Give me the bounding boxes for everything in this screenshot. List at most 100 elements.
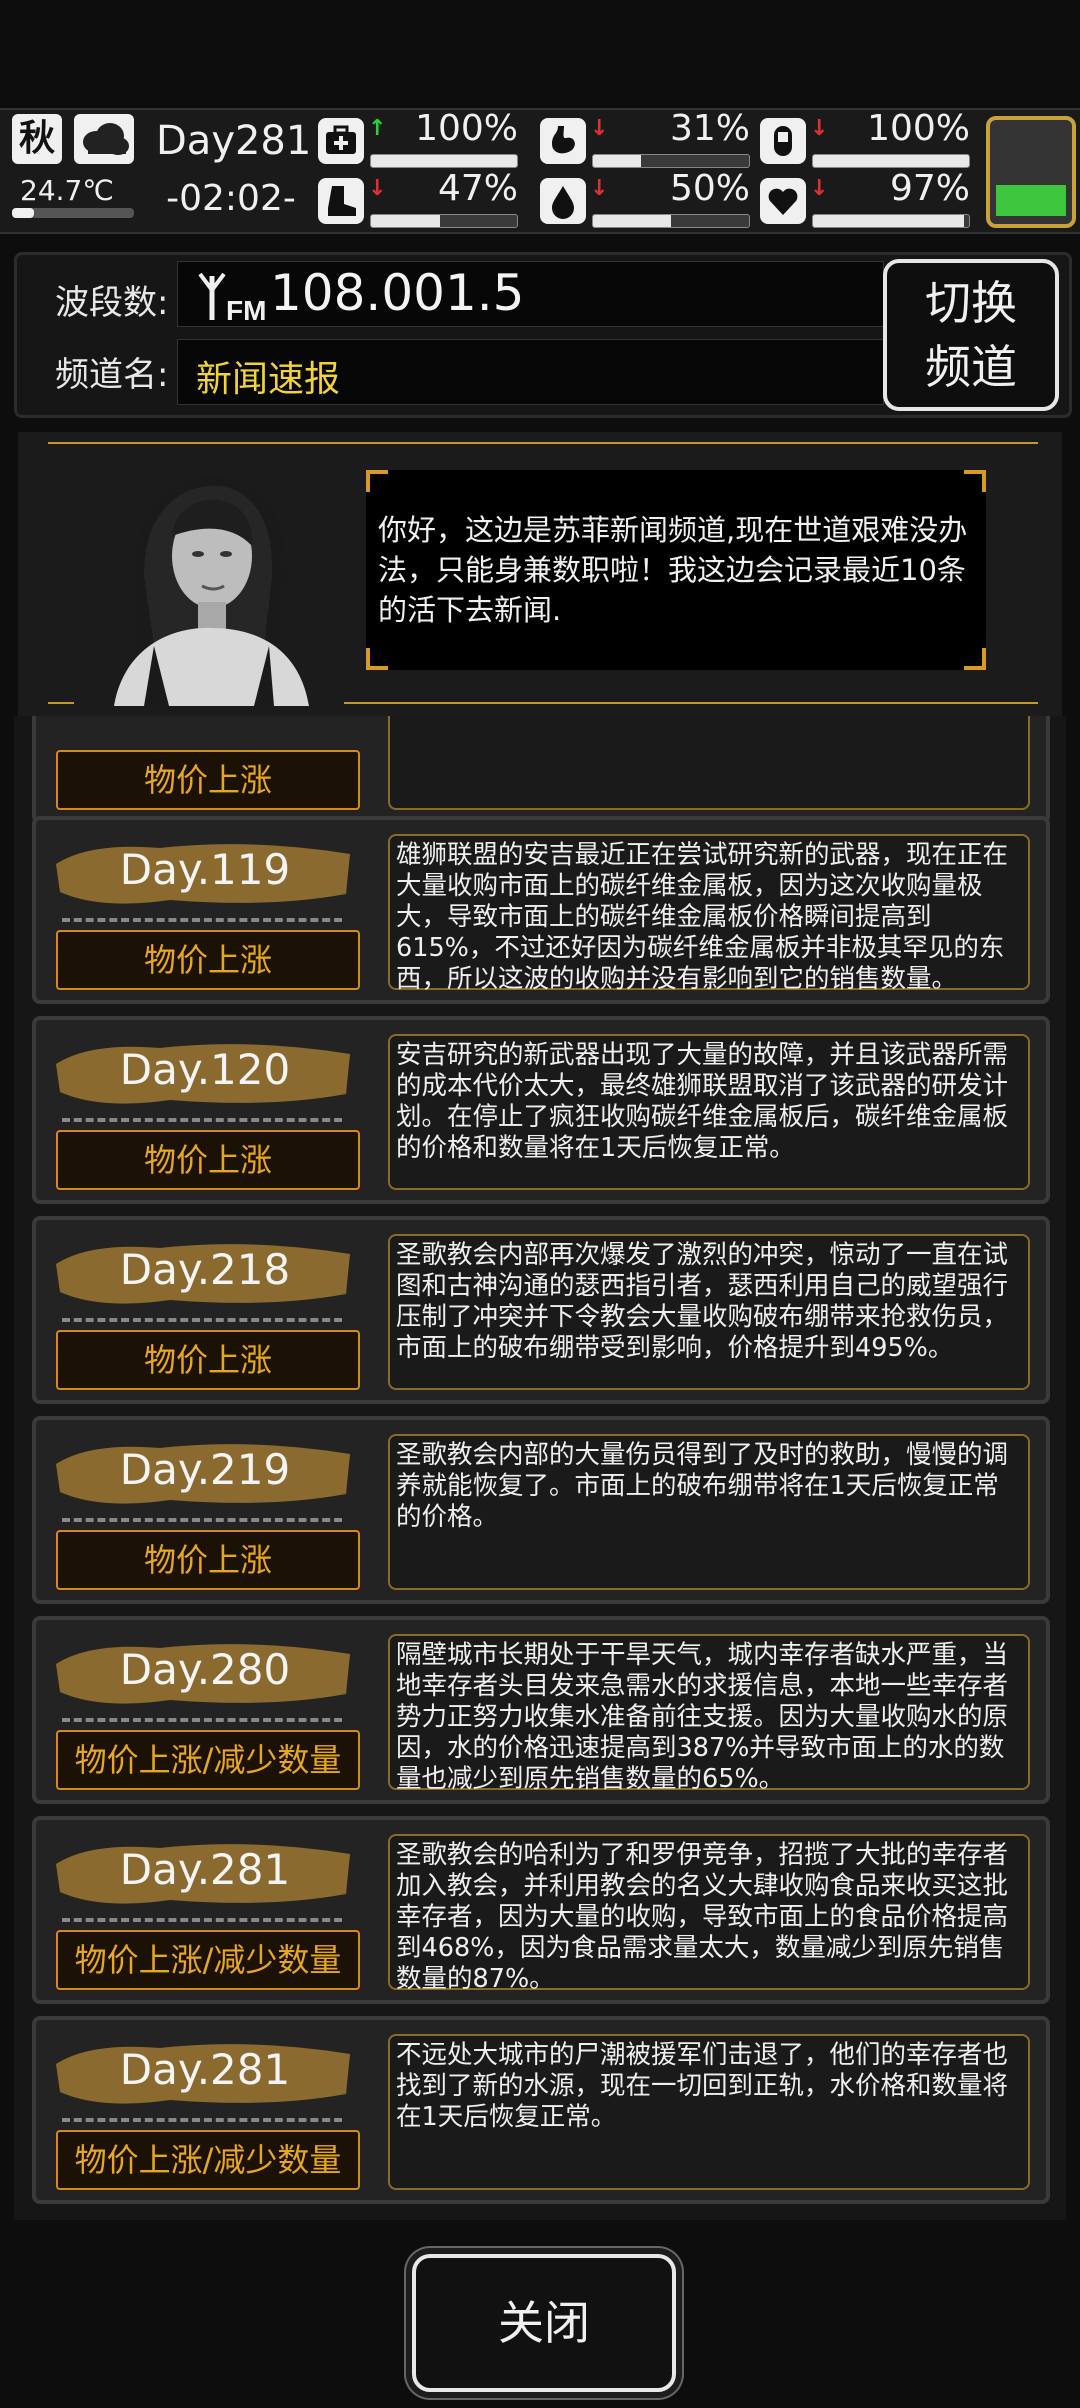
- close-button[interactable]: 关闭: [412, 2254, 676, 2392]
- news-item: 物价上涨: [32, 716, 1050, 824]
- frequency-value: 108.001.5: [270, 264, 525, 322]
- trend-down-icon: ↓: [590, 176, 609, 201]
- channel-name: 新闻速报: [196, 359, 341, 400]
- news-description: 安吉研究的新武器出现了大量的故障，并且该武器所需的成本代价太大，最终雄狮联盟取消…: [388, 1034, 1030, 1190]
- trend-down-icon: ↓: [368, 176, 387, 201]
- news-day: Day.119: [119, 845, 291, 894]
- news-item: Day.281 物价上涨/减少数量 不远处大城市的尸潮被援军们击退了，他们的幸存…: [32, 2016, 1050, 2204]
- news-description: 圣歌教会的哈利为了和罗伊竞争，招揽了大批的幸存者加入教会，并利用教会的名义大肆收…: [388, 1834, 1030, 1994]
- news-day: Day.218: [119, 1245, 291, 1294]
- news-description: 圣歌教会内部再次爆发了激烈的冲突，惊动了一直在试图和古神沟通的瑟西指引者，瑟西利…: [388, 1234, 1030, 1390]
- news-description: 圣歌教会内部的大量伤员得到了及时的救助，慢慢的调养就能恢复了。市面上的破布绷带将…: [388, 1434, 1030, 1590]
- news-description: 隔壁城市长期处于干旱天气，城内幸存者缺水严重，当地幸存者头目发来急需水的求援信息…: [388, 1634, 1030, 1794]
- news-day: Day.281: [119, 2045, 291, 2094]
- trend-down-icon: ↓: [590, 116, 609, 141]
- clock: -02:02-: [166, 178, 296, 219]
- stat-hunger: ↓ 31%: [540, 108, 750, 168]
- stat-health: ↑ 100%: [318, 108, 518, 168]
- stat-value: 100%: [867, 108, 970, 149]
- stat-thirst: ↓ 50%: [540, 168, 750, 228]
- divider: [62, 2118, 342, 2122]
- day-time: Day281 -02:02-: [156, 118, 312, 219]
- trend-down-icon: ↓: [810, 116, 829, 141]
- day-counter: Day281: [156, 118, 312, 164]
- divider: [62, 1518, 342, 1522]
- stat-bar: [370, 154, 518, 168]
- water-drop-icon: [540, 178, 586, 224]
- announcer-portrait: [74, 446, 344, 706]
- switch-label-1: 切换: [925, 276, 1017, 330]
- news-tag: 物价上涨: [56, 750, 360, 810]
- news-tag: 物价上涨: [56, 1330, 360, 1390]
- cloud-icon: [74, 114, 134, 164]
- battery-indicator[interactable]: [986, 116, 1076, 228]
- frame-corner: [366, 470, 388, 492]
- fm-label: FM: [226, 295, 266, 324]
- stat-bar: [812, 214, 970, 228]
- news-tag: 物价上涨/减少数量: [56, 2130, 360, 2190]
- news-day: Day.219: [119, 1445, 291, 1494]
- stat-stamina: ↓ 47%: [318, 168, 518, 228]
- news-tag: 物价上涨: [56, 1130, 360, 1190]
- news-item: Day.219 物价上涨 圣歌教会内部的大量伤员得到了及时的救助，慢慢的调养就能…: [32, 1416, 1050, 1604]
- news-item: Day.218 物价上涨 圣歌教会内部再次爆发了激烈的冲突，惊动了一直在试图和古…: [32, 1216, 1050, 1404]
- antenna-icon: FM: [198, 272, 266, 324]
- divider: [62, 1318, 342, 1322]
- pill-icon: [760, 118, 806, 164]
- announcer-panel: 你好，这边是苏菲新闻频道,现在世道艰难没办法，只能身兼数职啦！我这边会记录最近1…: [18, 432, 1062, 716]
- news-day: Day.120: [119, 1045, 291, 1094]
- boot-icon: [318, 178, 364, 224]
- news-description: 雄狮联盟的安吉最近正在尝试研究新的武器，现在正在大量收购市面上的碳纤维金属板，因…: [388, 834, 1030, 994]
- season-badge: 秋: [12, 114, 62, 164]
- stat-bar: [592, 214, 750, 228]
- news-item: Day.281 物价上涨/减少数量 圣歌教会的哈利为了和罗伊竞争，招揽了大批的幸…: [32, 1816, 1050, 2004]
- temperature-text: 24.7℃: [20, 174, 114, 207]
- news-item: Day.119 物价上涨 雄狮联盟的安吉最近正在尝试研究新的武器，现在正在大量收…: [32, 816, 1050, 1004]
- news-tag: 物价上涨: [56, 1530, 360, 1590]
- heart-icon: [760, 178, 806, 224]
- frame-corner: [366, 648, 388, 670]
- top-divider: [48, 442, 1038, 444]
- stat-bar: [812, 154, 970, 168]
- radio-panel: 波段数: FM 108.001.5 频道名: 新闻速报 切换 频道: [14, 252, 1072, 418]
- news-tag: 物价上涨/减少数量: [56, 1930, 360, 1990]
- stat-value: 31%: [669, 108, 750, 149]
- speech-bubble: 你好，这边是苏菲新闻频道,现在世道艰难没办法，只能身兼数职啦！我这边会记录最近1…: [366, 470, 986, 670]
- status-bar: 秋 24.7℃ Day281 -02:02- ↑ 100% ↓ 31% ↓ 10…: [0, 108, 1080, 234]
- channel-label: 频道名:: [55, 355, 169, 395]
- news-day: Day.281: [119, 1845, 291, 1894]
- switch-label-2: 频道: [925, 340, 1017, 394]
- stat-bar: [370, 214, 518, 228]
- stat-medicine: ↓ 100%: [760, 108, 970, 168]
- divider: [62, 918, 342, 922]
- frame-corner: [964, 648, 986, 670]
- trend-up-icon: ↑: [368, 116, 387, 141]
- frame-corner: [964, 470, 986, 492]
- news-description: [388, 716, 1030, 810]
- news-description: 不远处大城市的尸潮被援军们击退了，他们的幸存者也找到了新的水源，现在一切回到正轨…: [388, 2034, 1030, 2190]
- announcer-message: 你好，这边是苏菲新闻频道,现在世道艰难没办法，只能身兼数职啦！我这边会记录最近1…: [378, 513, 968, 627]
- switch-channel-button[interactable]: 切换 频道: [883, 259, 1059, 411]
- divider: [62, 1718, 342, 1722]
- stat-value: 100%: [415, 108, 518, 149]
- stat-value: 47%: [437, 168, 518, 209]
- stomach-icon: [540, 118, 586, 164]
- stat-mood: ↓ 97%: [760, 168, 970, 228]
- news-item: Day.280 物价上涨/减少数量 隔壁城市长期处于干旱天气，城内幸存者缺水严重…: [32, 1616, 1050, 1804]
- divider: [62, 1118, 342, 1122]
- news-list[interactable]: 物价上涨 Day.119 物价上涨 雄狮联盟的安吉最近正在尝试研究新的武器，现在…: [14, 716, 1066, 2220]
- news-tag: 物价上涨: [56, 930, 360, 990]
- stat-value: 97%: [889, 168, 970, 209]
- news-item: Day.120 物价上涨 安吉研究的新武器出现了大量的故障，并且该武器所需的成本…: [32, 1016, 1050, 1204]
- news-day: Day.280: [119, 1645, 291, 1694]
- stat-value: 50%: [669, 168, 750, 209]
- news-tag: 物价上涨/减少数量: [56, 1730, 360, 1790]
- temperature-bar: [12, 208, 134, 218]
- band-label: 波段数:: [55, 283, 169, 323]
- stat-bar: [592, 154, 750, 168]
- medkit-icon: [318, 118, 364, 164]
- channel-display: 新闻速报: [177, 339, 884, 405]
- trend-down-icon: ↓: [810, 176, 829, 201]
- divider: [62, 1918, 342, 1922]
- frequency-display: FM 108.001.5: [177, 261, 884, 327]
